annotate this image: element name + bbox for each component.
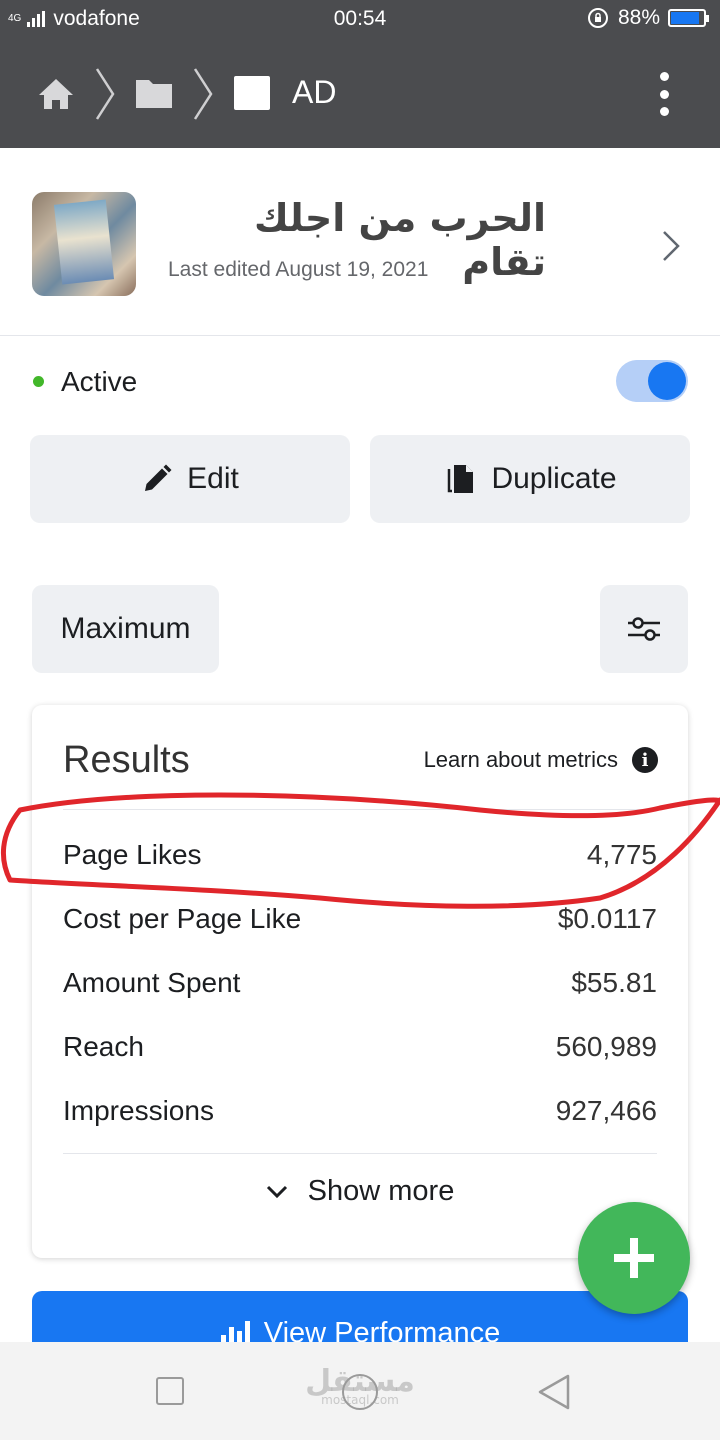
back-icon[interactable] (536, 1372, 572, 1412)
recent-apps-icon[interactable] (156, 1377, 184, 1405)
more-vertical-icon[interactable] (648, 68, 680, 120)
duplicate-icon (448, 465, 474, 493)
battery-icon (668, 9, 709, 27)
metric-name: Cost per Page Like (63, 903, 302, 934)
home-button-icon[interactable] (342, 1374, 378, 1410)
results-card: Results Learn about metrics i Page Likes… (32, 705, 688, 1258)
pencil-icon (145, 464, 172, 491)
learn-label: Learn about metrics (423, 747, 618, 772)
ad-details-sheet: الحرب من اجلك تقام Last edited August 19… (0, 150, 720, 1351)
divider (63, 1153, 657, 1154)
sliders-icon (628, 617, 660, 641)
metric-name: Amount Spent (63, 967, 241, 998)
show-more-button[interactable]: Show more (32, 1175, 688, 1208)
edit-label: Edit (187, 462, 239, 495)
metric-value: 560,989 (555, 1031, 657, 1062)
status-bar: 4G vodafone 00:54 88% (0, 0, 720, 40)
divider (63, 809, 657, 810)
show-more-label: Show more (307, 1175, 455, 1207)
duplicate-label: Duplicate (491, 462, 617, 495)
metric-row-page-likes: Page Likes 4,775 (63, 829, 657, 879)
results-title: Results (63, 739, 190, 781)
battery-fill (671, 12, 700, 24)
home-icon[interactable] (36, 74, 76, 114)
active-toggle[interactable] (616, 360, 688, 402)
add-fab-button[interactable] (578, 1202, 690, 1314)
rotation-lock-icon (587, 8, 608, 28)
top-nav: AD (0, 40, 720, 148)
ad-thumbnail (32, 192, 136, 296)
toggle-knob (648, 362, 686, 400)
info-icon: i (632, 747, 658, 773)
chevron-down-icon (266, 1185, 287, 1198)
page-title: AD (292, 74, 337, 110)
last-edited: Last edited August 19, 2021 (168, 258, 429, 281)
metric-name: Impressions (63, 1095, 214, 1126)
chevron-right-icon[interactable] (660, 228, 682, 264)
learn-about-metrics-link[interactable]: Learn about metrics i (424, 747, 658, 773)
metric-value: $0.0117 (557, 903, 657, 934)
status-right: 88% (586, 6, 709, 30)
date-range-button[interactable]: Maximum (32, 585, 219, 673)
system-nav-bar: مستقل mostaql.com (0, 1342, 720, 1440)
metric-value: 4,775 (586, 839, 657, 870)
ad-header[interactable]: الحرب من اجلك تقام Last edited August 19… (0, 150, 720, 336)
metric-row-impressions: Impressions 927,466 (63, 1085, 657, 1135)
filter-settings-button[interactable] (600, 585, 688, 673)
ad-square-icon (234, 76, 270, 110)
metric-row-reach: Reach 560,989 (63, 1021, 657, 1071)
metric-name: Page Likes (63, 839, 202, 870)
metric-row-amount-spent: Amount Spent $55.81 (63, 957, 657, 1007)
battery-percent: 88% (617, 6, 660, 29)
status-label: Active (61, 366, 138, 397)
metric-row-cost-per-page-like: Cost per Page Like $0.0117 (63, 893, 657, 943)
folder-icon[interactable] (134, 76, 174, 110)
metric-value: 927,466 (555, 1095, 657, 1126)
status-row: Active (0, 346, 720, 416)
chevron-right-icon (95, 68, 115, 120)
plus-icon (614, 1238, 654, 1278)
date-range-label: Maximum (60, 612, 191, 645)
chevron-right-icon (193, 68, 213, 120)
duplicate-button[interactable]: Duplicate (370, 435, 690, 523)
metric-name: Reach (63, 1031, 144, 1062)
status-dot (33, 376, 44, 387)
metric-value: $55.81 (571, 967, 657, 998)
bar-chart-icon (220, 1321, 250, 1345)
edit-button[interactable]: Edit (30, 435, 350, 523)
